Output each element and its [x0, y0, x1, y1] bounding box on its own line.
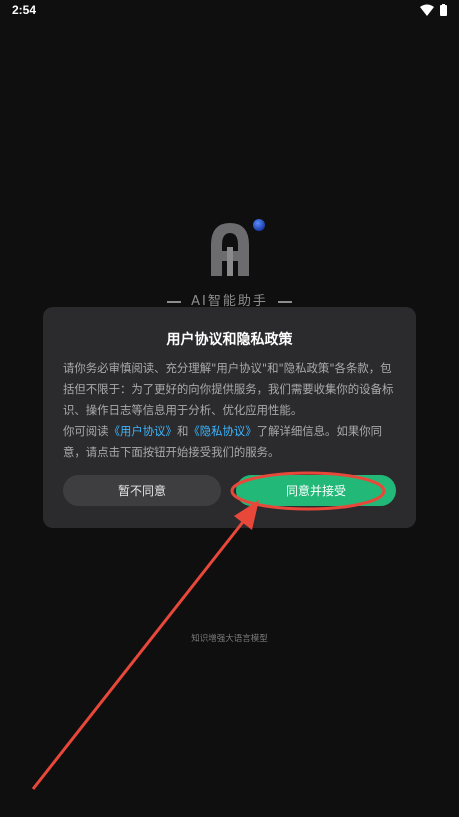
footer-note: 知识增强大语言模型: [191, 634, 268, 644]
privacy-agreement-dialog: 用户协议和隐私政策 请你务必审慎阅读、充分理解"用户协议"和"隐私政策"各条款，…: [43, 307, 416, 528]
app-logo-icon: [211, 219, 265, 276]
tagline-right-dash: [277, 300, 292, 303]
dialog-title: 用户协议和隐私政策: [166, 332, 293, 348]
paragraph-2-and: 和: [176, 424, 189, 438]
dialog-paragraph-2: 你可阅读《用户协议》和《隐私协议》了解详细信息。如果你同意，请点击下面按钮开始接…: [63, 421, 398, 463]
status-time: 2:54: [12, 3, 37, 17]
tagline-left-dash: [167, 300, 182, 303]
dialog-paragraph-1: 请你务必审慎阅读、充分理解"用户协议"和"隐私政策"各条款，包括但不限于：为了更…: [63, 361, 394, 417]
annotation-arrow-line: [31, 512, 252, 790]
battery-icon: [440, 4, 447, 16]
wifi-icon: [420, 4, 434, 16]
privacy-agreement-link[interactable]: 《隐私协议》: [188, 424, 256, 438]
decline-button[interactable]: 暂不同意: [63, 475, 221, 506]
paragraph-2-prefix: 你可阅读: [63, 424, 109, 438]
accept-button[interactable]: 同意并接受: [236, 475, 396, 506]
dialog-body: 请你务必审慎阅读、充分理解"用户协议"和"隐私政策"各条款，包括但不限于：为了更…: [63, 358, 398, 463]
status-bar: 2:54: [0, 0, 459, 22]
status-icons: [420, 4, 447, 16]
user-agreement-link[interactable]: 《用户协议》: [109, 424, 177, 438]
